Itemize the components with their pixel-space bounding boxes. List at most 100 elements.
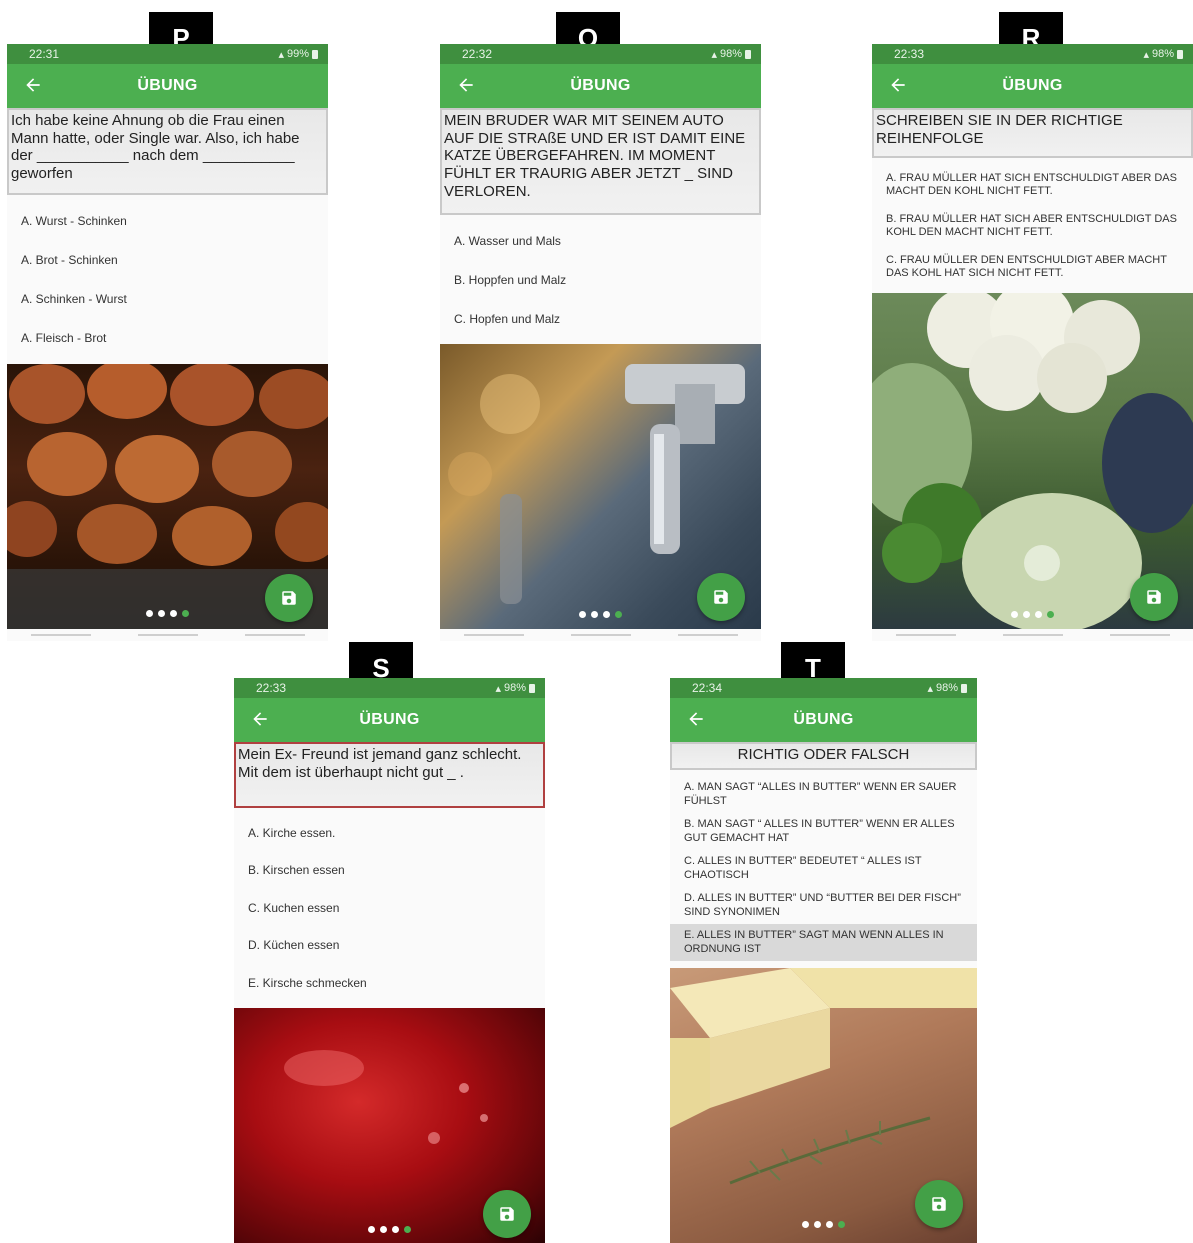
page-dot[interactable] bbox=[1023, 611, 1030, 618]
battery-level: 98% bbox=[1151, 48, 1174, 60]
option-item-selected[interactable]: E. ALLES IN BUTTER” SAGT MAN WENN ALLES … bbox=[670, 924, 977, 961]
question-text: SCHREIBEN SIE IN DER RICHTIGE REIHENFOLG… bbox=[872, 108, 1193, 158]
question-text: RICHTIG ODER FALSCH bbox=[670, 742, 977, 770]
status-time: 22:31 bbox=[29, 47, 60, 61]
battery-level: 99% bbox=[286, 48, 309, 60]
battery-icon bbox=[312, 49, 318, 59]
page-dot[interactable] bbox=[802, 1221, 809, 1228]
status-bar: 22:33 ▴ 98% bbox=[234, 678, 545, 698]
options-list: A. Kirche essen. B. Kirschen essen C. Ku… bbox=[234, 808, 545, 1008]
option-item[interactable]: A. Fleisch - Brot bbox=[7, 318, 328, 357]
page-dot-active[interactable] bbox=[1047, 611, 1054, 618]
status-time: 22:33 bbox=[256, 681, 287, 695]
option-item[interactable]: E. Kirsche schmecken bbox=[234, 964, 545, 1002]
battery-icon bbox=[1177, 49, 1183, 59]
back-arrow-icon[interactable] bbox=[456, 75, 476, 95]
page-dot[interactable] bbox=[368, 1226, 375, 1233]
floppy-disk-icon bbox=[714, 590, 728, 604]
option-item[interactable]: A. Schinken - Wurst bbox=[7, 279, 328, 318]
options-list: A. MAN SAGT “ALLES IN BUTTER” WENN ER SA… bbox=[670, 770, 977, 968]
signal-icon: ▴ bbox=[711, 48, 717, 61]
status-bar: 22:34 ▴ 98% bbox=[670, 678, 977, 698]
page-dot-active[interactable] bbox=[838, 1221, 845, 1228]
page-indicator bbox=[234, 1226, 545, 1233]
page-dot[interactable] bbox=[392, 1226, 399, 1233]
option-item[interactable]: A. Wurst - Schinken bbox=[7, 201, 328, 240]
status-bar: 22:33 ▴ 98% bbox=[872, 44, 1193, 64]
page-title: ÜBUNG bbox=[359, 711, 420, 728]
photo-hazelnuts bbox=[7, 364, 328, 629]
battery-icon bbox=[745, 49, 751, 59]
screen-q: 22:32 ▴ 98% ÜBUNG MEIN BRUDER WAR MIT SEI… bbox=[440, 44, 761, 641]
page-dot[interactable] bbox=[146, 610, 153, 617]
system-nav-bar bbox=[872, 629, 1193, 641]
back-arrow-icon[interactable] bbox=[250, 709, 270, 729]
option-item[interactable]: B. Hoppfen und Malz bbox=[440, 260, 761, 299]
page-dot-active[interactable] bbox=[615, 611, 622, 618]
option-item[interactable]: C. FRAU MÜLLER DEN ENTSCHULDIGT ABER MAC… bbox=[872, 250, 1193, 284]
battery-level: 98% bbox=[719, 48, 742, 60]
system-nav-bar bbox=[7, 629, 328, 641]
option-item[interactable]: A. Kirche essen. bbox=[234, 814, 545, 852]
photo-beer-tap bbox=[440, 344, 761, 629]
page-dot[interactable] bbox=[591, 611, 598, 618]
page-indicator bbox=[670, 1221, 977, 1228]
app-bar: ÜBUNG bbox=[7, 64, 328, 108]
question-text: Mein Ex- Freund ist jemand ganz schlecht… bbox=[234, 742, 545, 808]
status-bar: 22:32 ▴ 98% bbox=[440, 44, 761, 64]
page-dot[interactable] bbox=[158, 610, 165, 617]
option-item[interactable]: B. Kirschen essen bbox=[234, 852, 545, 890]
page-dot[interactable] bbox=[826, 1221, 833, 1228]
page-dot[interactable] bbox=[579, 611, 586, 618]
battery-level: 98% bbox=[935, 682, 958, 694]
option-item[interactable]: A. Wasser und Mals bbox=[440, 221, 761, 260]
options-list: A. FRAU MÜLLER HAT SICH ENTSCHULDIGT ABE… bbox=[872, 158, 1193, 293]
page-title: ÜBUNG bbox=[137, 77, 198, 94]
option-item[interactable]: C. Kuchen essen bbox=[234, 889, 545, 927]
status-time: 22:33 bbox=[894, 47, 925, 61]
page-dot[interactable] bbox=[380, 1226, 387, 1233]
status-time: 22:32 bbox=[462, 47, 493, 61]
page-indicator bbox=[7, 610, 328, 617]
page-title: ÜBUNG bbox=[1002, 77, 1063, 94]
screen-r: 22:33 ▴ 98% ÜBUNG SCHREIBEN SIE IN DER RI… bbox=[872, 44, 1193, 641]
screen-t: 22:34 ▴ 98% ÜBUNG RICHTIG ODER FALSCH A. … bbox=[670, 678, 977, 1243]
option-item[interactable]: C. ALLES IN BUTTER” BEDEUTET “ ALLES IST… bbox=[670, 850, 977, 887]
page-dot-active[interactable] bbox=[182, 610, 189, 617]
signal-icon: ▴ bbox=[927, 682, 933, 695]
battery-icon bbox=[961, 683, 967, 693]
back-arrow-icon[interactable] bbox=[686, 709, 706, 729]
page-indicator bbox=[872, 611, 1193, 618]
option-item[interactable]: A. MAN SAGT “ALLES IN BUTTER” WENN ER SA… bbox=[670, 776, 977, 813]
option-item[interactable]: A. Brot - Schinken bbox=[7, 240, 328, 279]
screen-p: 22:31 ▴ 99% ÜBUNG Ich habe keine Ahnung o… bbox=[7, 44, 328, 641]
page-dot-active[interactable] bbox=[404, 1226, 411, 1233]
app-bar: ÜBUNG bbox=[872, 64, 1193, 108]
option-item[interactable]: B. MAN SAGT “ ALLES IN BUTTER” WENN ER A… bbox=[670, 813, 977, 850]
page-dot[interactable] bbox=[170, 610, 177, 617]
screen-s: 22:33 ▴ 98% ÜBUNG Mein Ex- Freund ist jem… bbox=[234, 678, 545, 1243]
signal-icon: ▴ bbox=[278, 48, 284, 61]
page-dot[interactable] bbox=[1035, 611, 1042, 618]
back-arrow-icon[interactable] bbox=[888, 75, 908, 95]
photo-cabbage bbox=[872, 293, 1193, 629]
signal-icon: ▴ bbox=[495, 682, 501, 695]
option-item[interactable]: D. ALLES IN BUTTER” UND “BUTTER BEI DER … bbox=[670, 887, 977, 924]
option-item[interactable]: A. FRAU MÜLLER HAT SICH ENTSCHULDIGT ABE… bbox=[872, 168, 1193, 202]
option-item[interactable]: C. Hopfen und Malz bbox=[440, 299, 761, 338]
question-text: Ich habe keine Ahnung ob die Frau einen … bbox=[7, 108, 328, 195]
page-dot[interactable] bbox=[814, 1221, 821, 1228]
page-dot[interactable] bbox=[603, 611, 610, 618]
back-arrow-icon[interactable] bbox=[23, 75, 43, 95]
page-title: ÜBUNG bbox=[570, 77, 631, 94]
battery-icon bbox=[529, 683, 535, 693]
system-nav-bar bbox=[440, 629, 761, 641]
page-dot[interactable] bbox=[1011, 611, 1018, 618]
app-bar: ÜBUNG bbox=[670, 698, 977, 742]
photo-cherry bbox=[234, 1008, 545, 1243]
question-text: MEIN BRUDER WAR MIT SEINEM AUTO AUF DIE … bbox=[440, 108, 761, 215]
options-list: A. Wasser und Mals B. Hoppfen und Malz C… bbox=[440, 215, 761, 344]
options-list: A. Wurst - Schinken A. Brot - Schinken A… bbox=[7, 195, 328, 364]
option-item[interactable]: D. Küchen essen bbox=[234, 927, 545, 965]
option-item[interactable]: B. FRAU MÜLLER HAT SICH ABER ENTSCHULDIG… bbox=[872, 202, 1193, 250]
